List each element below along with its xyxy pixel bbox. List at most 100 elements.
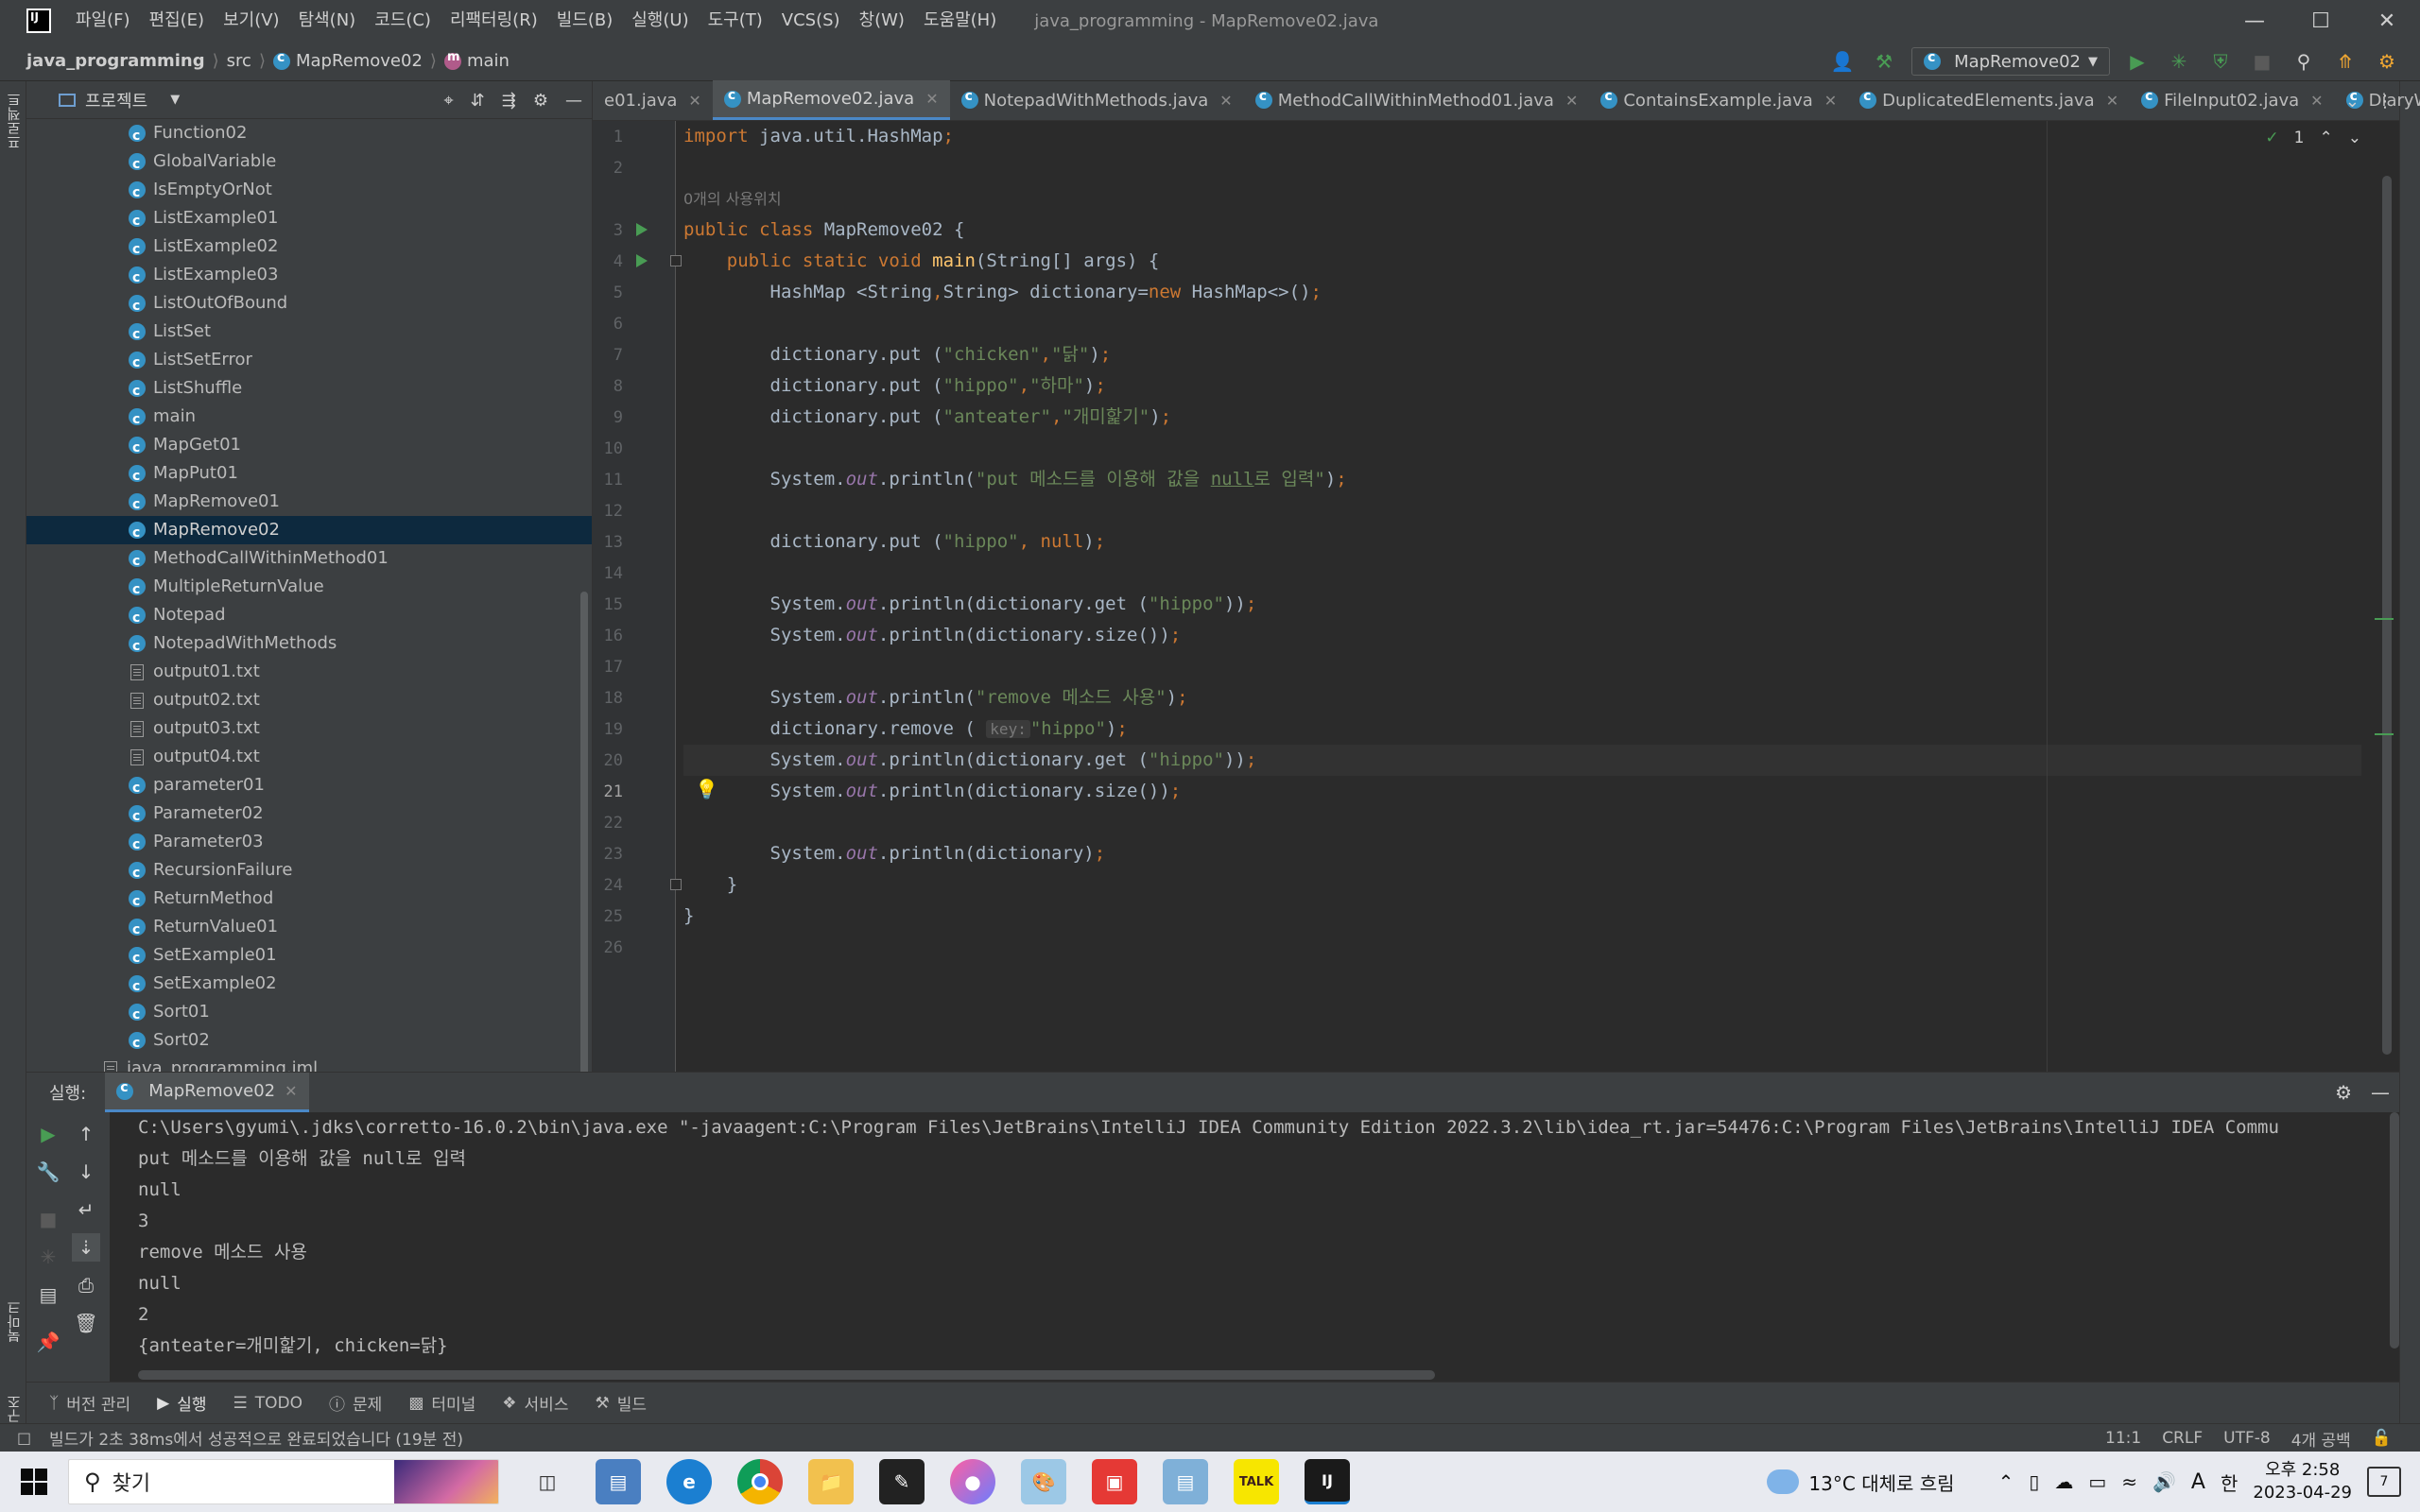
caret-position[interactable]: 11:1 bbox=[2105, 1429, 2141, 1448]
menu-file[interactable]: 파일(F) bbox=[66, 0, 140, 42]
code-view[interactable]: import java.util.HashMap; 0개의 사용위치 publi… bbox=[683, 121, 2399, 1072]
tree-item-iml[interactable]: java_programming.iml bbox=[26, 1055, 592, 1072]
tree-item[interactable]: output03.txt bbox=[26, 714, 592, 743]
indent-setting[interactable]: 4개 공백 bbox=[2291, 1427, 2351, 1451]
close-icon[interactable]: ✕ bbox=[2106, 92, 2118, 110]
tab-run[interactable]: ▶ 실행 bbox=[157, 1391, 206, 1416]
layout-icon[interactable]: ▤ bbox=[34, 1280, 62, 1309]
bookmarks-tool-button[interactable]: 북마크 bbox=[4, 1300, 24, 1343]
chevron-up-icon[interactable]: ⌃ bbox=[2320, 129, 2333, 147]
intellij-taskbar-icon[interactable]: IJ bbox=[1305, 1459, 1350, 1504]
maximize-button[interactable]: ☐ bbox=[2288, 0, 2354, 42]
scroll-up-icon[interactable]: ↑ bbox=[72, 1120, 100, 1148]
tree-item[interactable]: ListShuffle bbox=[26, 374, 592, 405]
breadcrumb-class[interactable]: MapRemove02 bbox=[272, 50, 423, 71]
menu-refactor[interactable]: 리팩터링(R) bbox=[441, 0, 547, 42]
console-output[interactable]: C:\Users\gyumi\.jdks\corretto-16.0.2\bin… bbox=[138, 1112, 2371, 1367]
tree-item[interactable]: Notepad bbox=[26, 601, 592, 632]
minimize-button[interactable]: — bbox=[2221, 0, 2288, 42]
tab-build[interactable]: ⚒ 빌드 bbox=[595, 1391, 647, 1416]
tab-problems[interactable]: ⓘ 문제 bbox=[329, 1391, 382, 1415]
volume-icon[interactable]: 🔊 bbox=[2152, 1470, 2176, 1493]
edge-browser-icon[interactable]: e bbox=[666, 1459, 712, 1504]
gear-icon[interactable]: ⚙ bbox=[2335, 1081, 2352, 1104]
weather-widget[interactable]: 13°C 대체로 흐림 bbox=[1767, 1469, 1955, 1496]
tree-item[interactable]: MethodCallWithinMethod01 bbox=[26, 544, 592, 576]
tree-item[interactable]: RecursionFailure bbox=[26, 856, 592, 887]
breadcrumb-src[interactable]: src bbox=[227, 51, 251, 71]
tree-item[interactable]: output04.txt bbox=[26, 743, 592, 771]
tree-item[interactable]: MapRemove01 bbox=[26, 488, 592, 519]
rerun-icon[interactable]: ▶ bbox=[34, 1120, 62, 1148]
status-toggle-icon[interactable]: □ bbox=[17, 1429, 31, 1447]
stop-icon[interactable]: ■ bbox=[2248, 47, 2276, 76]
editor-tab[interactable]: NotepadWithMethods.java ✕ bbox=[950, 80, 1244, 120]
ime-mode-han[interactable]: 한 bbox=[2221, 1469, 2238, 1496]
sticky-notes-icon[interactable]: ✎ bbox=[879, 1459, 925, 1504]
tree-item[interactable]: MapPut01 bbox=[26, 459, 592, 490]
close-icon[interactable]: ✕ bbox=[688, 92, 700, 110]
tree-item[interactable]: MapGet01 bbox=[26, 431, 592, 462]
close-icon[interactable]: ✕ bbox=[285, 1082, 297, 1100]
tree-item[interactable]: Function02 bbox=[26, 119, 592, 150]
taskbar-search[interactable]: ⚲ 찾기 bbox=[68, 1459, 499, 1504]
hide-icon[interactable]: — bbox=[2371, 1081, 2390, 1104]
task-view-icon[interactable]: ◫ bbox=[525, 1459, 570, 1504]
scroll-to-end-icon[interactable]: ⇣ bbox=[72, 1233, 100, 1262]
trash-icon[interactable]: 🗑 bbox=[72, 1309, 100, 1337]
breadcrumb-project[interactable]: java_programming bbox=[26, 51, 205, 71]
notification-center-icon[interactable]: 7 bbox=[2367, 1467, 2401, 1497]
start-button[interactable] bbox=[0, 1452, 68, 1512]
menu-build[interactable]: 빌드(B) bbox=[547, 0, 623, 42]
plugin-icon[interactable]: ⚙ bbox=[2373, 47, 2401, 76]
debug-icon[interactable]: ✳ bbox=[34, 1243, 62, 1271]
chrome-browser-icon[interactable] bbox=[737, 1459, 783, 1504]
scroll-down-icon[interactable]: ↓ bbox=[72, 1158, 100, 1186]
tree-item[interactable]: ListExample01 bbox=[26, 204, 592, 235]
tree-item[interactable]: Sort01 bbox=[26, 998, 592, 1029]
status-message[interactable]: 빌드가 2초 38ms에서 성공적으로 완료되었습니다 (19분 전) bbox=[49, 1426, 463, 1450]
menu-run[interactable]: 실행(U) bbox=[622, 0, 698, 42]
tree-item[interactable]: ListExample03 bbox=[26, 261, 592, 292]
user-icon[interactable]: 👤 bbox=[1828, 47, 1857, 76]
project-tree-scrollbar[interactable] bbox=[580, 592, 588, 1072]
tab-todo[interactable]: ☰ TODO bbox=[233, 1394, 303, 1413]
clock[interactable]: 오후 2:58 2023-04-29 bbox=[2253, 1459, 2352, 1504]
run-gutter-icon[interactable] bbox=[636, 254, 648, 267]
run-config-select[interactable]: MapRemove02 ▼ bbox=[1911, 47, 2110, 76]
project-panel-title[interactable]: 프로젝트 bbox=[85, 88, 147, 112]
pin-icon[interactable]: 📌 bbox=[34, 1328, 62, 1356]
tree-item[interactable]: ListSet bbox=[26, 318, 592, 349]
close-icon[interactable]: ✕ bbox=[1219, 92, 1232, 110]
editor-tab[interactable]: ContainsExample.java ✕ bbox=[1589, 80, 1848, 120]
stop-icon[interactable]: ■ bbox=[34, 1205, 62, 1233]
tree-item[interactable]: MultipleReturnValue bbox=[26, 573, 592, 604]
soft-wrap-icon[interactable]: ↵ bbox=[72, 1195, 100, 1224]
expand-all-icon[interactable]: ⇵ bbox=[471, 91, 485, 111]
tree-item[interactable]: output01.txt bbox=[26, 658, 592, 686]
device-icon[interactable]: ▯ bbox=[2029, 1470, 2039, 1493]
red-app-icon[interactable]: ▣ bbox=[1092, 1459, 1137, 1504]
menu-view[interactable]: 보기(V) bbox=[214, 0, 288, 42]
intellij-logo-icon[interactable] bbox=[26, 9, 51, 33]
hide-icon[interactable]: — bbox=[565, 91, 582, 111]
editor-scrollbar[interactable] bbox=[2382, 176, 2392, 1055]
more-icon[interactable]: ⋮ bbox=[2377, 92, 2394, 112]
close-icon[interactable]: ✕ bbox=[1824, 92, 1837, 110]
tree-item[interactable]: output02.txt bbox=[26, 686, 592, 714]
fold-marker-icon[interactable] bbox=[670, 879, 682, 890]
file-explorer-icon[interactable]: 📁 bbox=[808, 1459, 854, 1504]
editor-tab[interactable]: DuplicatedElements.java ✕ bbox=[1848, 80, 2130, 120]
tree-item[interactable]: ListOutOfBound bbox=[26, 289, 592, 320]
tree-item[interactable]: NotepadWithMethods bbox=[26, 629, 592, 661]
tree-item[interactable]: Parameter02 bbox=[26, 799, 592, 831]
kakaotalk-icon[interactable]: TALK bbox=[1234, 1459, 1279, 1504]
run-gutter-icon[interactable] bbox=[636, 223, 648, 236]
usage-hint[interactable]: 0개의 사용위치 bbox=[683, 183, 782, 215]
menu-code[interactable]: 코드(C) bbox=[365, 0, 441, 42]
tree-item[interactable]: ListExample02 bbox=[26, 232, 592, 264]
wrench-icon[interactable]: 🔧 bbox=[34, 1158, 62, 1186]
tree-item[interactable]: SetExample02 bbox=[26, 970, 592, 1001]
tree-item[interactable]: Sort02 bbox=[26, 1026, 592, 1057]
chevron-down-icon[interactable]: ▼ bbox=[170, 93, 180, 107]
